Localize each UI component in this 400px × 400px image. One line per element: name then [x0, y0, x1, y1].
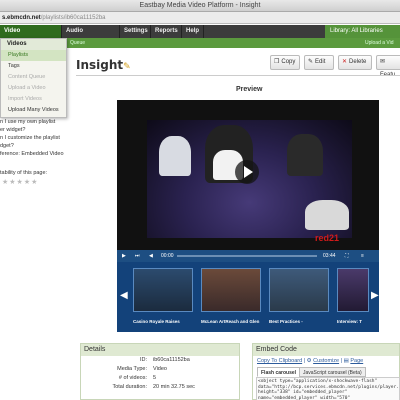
carousel-item-label[interactable]: Interview: T — [337, 319, 371, 324]
tab-help[interactable]: Help — [182, 25, 204, 38]
video-person — [305, 200, 349, 230]
carousel-prev-icon[interactable]: ◀ — [120, 290, 128, 301]
page-icon: ▤ — [343, 358, 349, 364]
details-value: 5 — [153, 375, 157, 381]
window-title: Eastbay Media Video Platform - Insight — [0, 0, 400, 12]
carousel-next-icon[interactable]: ▶ — [371, 290, 379, 301]
red21-logo: red21 — [315, 233, 339, 243]
feature-button[interactable]: ✉Featu — [376, 55, 400, 78]
embed-code-textarea[interactable]: <object type="application/x-shockwave-fl… — [256, 377, 400, 400]
url-path: /playlists/ib60ca11152ba — [40, 15, 106, 21]
embed-title: Embed Code — [253, 344, 399, 356]
details-key: Media Type: — [117, 366, 147, 372]
delete-label: Delete — [349, 59, 367, 65]
copy-label: Copy — [281, 59, 296, 65]
preview-label: Preview — [236, 86, 263, 93]
divider — [76, 75, 400, 76]
play-icon[interactable]: ▶ — [122, 250, 126, 262]
faq-line[interactable]: n I customize the playlist — [0, 134, 80, 142]
fullscreen-icon[interactable]: ⛶ — [345, 250, 349, 262]
copy-button[interactable]: ❐ Copy — [270, 55, 300, 70]
tab-javascript-carousel[interactable]: JavaScript carousel (Beta) — [299, 367, 366, 377]
carousel-thumb[interactable] — [269, 268, 329, 312]
tab-audio-management[interactable]: Audio Management — [62, 25, 120, 47]
video-person — [159, 136, 191, 176]
play-button[interactable] — [235, 160, 259, 184]
edit-button[interactable]: ✎ Edit — [304, 55, 334, 70]
copy-icon: ❐ — [274, 59, 280, 65]
next-icon[interactable]: ⏭ — [135, 250, 140, 262]
logo-num: 21 — [329, 233, 340, 243]
carousel-item-label[interactable]: McLean ArtReach and Glen — [201, 319, 265, 324]
delete-icon: ✕ — [342, 59, 348, 65]
details-key: ID: — [139, 357, 147, 363]
volume-icon[interactable]: ◀ — [149, 250, 153, 262]
page-title: Insight✎ — [76, 58, 131, 72]
details-key: # of videos: — [118, 375, 147, 381]
rating-label: tability of this page: — [0, 170, 48, 176]
menu-icon[interactable]: ≡ — [361, 250, 364, 262]
queue-link[interactable]: Queue — [70, 38, 85, 48]
dropdown-item-tags[interactable]: Tags — [1, 61, 66, 72]
page-link[interactable]: Page — [350, 358, 363, 364]
upload-video-link[interactable]: Upload a Vid — [365, 38, 394, 48]
playlist-carousel: ◀ ▶ Casino Royale Raises McLean ArtReach… — [117, 262, 379, 332]
carousel-item-label[interactable]: Best Practices - — [269, 319, 333, 324]
faq-line[interactable]: ference: Embedded Video — [0, 150, 80, 158]
details-title: Details — [81, 344, 239, 356]
dropdown-item-content-queue[interactable]: Content Queue — [1, 72, 66, 83]
rating-stars[interactable]: ★★★★★ — [2, 178, 38, 186]
details-row: Total duration: 20 min 32.75 sec — [81, 383, 239, 392]
details-value: Video — [153, 366, 167, 372]
faq-line[interactable]: n I use my own playlist — [0, 118, 80, 126]
details-panel: Details ID: ib60ca11152ba Media Type: Vide… — [80, 343, 240, 400]
delete-button[interactable]: ✕ Delete — [338, 55, 372, 70]
time-current: 00:00 — [161, 253, 174, 259]
customize-link[interactable]: Customize — [313, 358, 339, 364]
tab-flash-carousel[interactable]: Flash carousel — [257, 367, 301, 377]
library-selector[interactable]: Library: All Libraries — [325, 25, 400, 38]
embed-links: Copy To Clipboard | ⚙ Customize | ▤ Page — [257, 358, 364, 364]
details-value: ib60ca11152ba — [153, 357, 190, 363]
details-row: Media Type: Video — [81, 365, 239, 374]
page-title-text: Insight — [76, 58, 124, 72]
dropdown-item-videos[interactable]: Videos — [1, 39, 66, 50]
carousel-thumb[interactable] — [133, 268, 193, 312]
dropdown-item-upload-video[interactable]: Upload a Video — [1, 83, 66, 94]
details-value: 20 min 32.75 sec — [153, 384, 195, 390]
faq-line[interactable]: er widget? — [0, 126, 80, 134]
details-row: # of videos: 5 — [81, 374, 239, 383]
help-faq-list: n I use my own playlist er widget? n I c… — [0, 118, 80, 158]
carousel-thumb[interactable] — [337, 268, 369, 312]
player-controls: ▶ ⏭ ◀ 00:00 03:44 ⛶ ≡ — [117, 250, 379, 262]
pencil-icon[interactable]: ✎ — [123, 62, 131, 72]
pencil-icon: ✎ — [308, 59, 314, 65]
dropdown-item-playlists[interactable]: Playlists — [1, 50, 66, 61]
carousel-item-label[interactable]: Casino Royale Raises — [133, 319, 197, 324]
main-nav: Video Management Audio Management Settin… — [0, 25, 400, 47]
edit-label: Edit — [315, 59, 326, 65]
tab-video-management[interactable]: Video Management — [0, 25, 62, 47]
gear-icon: ⚙ — [306, 358, 312, 364]
time-total: 03:44 — [323, 253, 336, 259]
tab-settings[interactable]: Settings — [120, 25, 151, 38]
play-icon — [244, 166, 253, 178]
url-bar[interactable]: s.ebmcdn.net/playlists/ib60ca11152ba — [0, 12, 400, 24]
details-key: Total duration: — [112, 384, 147, 390]
feature-icon: ✉ — [380, 59, 386, 65]
details-row: ID: ib60ca11152ba — [81, 356, 239, 365]
dropdown-item-import-videos[interactable]: Import Videos — [1, 94, 66, 105]
url-host: s.ebmcdn.net — [2, 15, 41, 21]
tab-reports[interactable]: Reports — [151, 25, 182, 38]
dropdown-item-upload-many[interactable]: Upload Many Videos — [1, 105, 66, 116]
copy-to-clipboard-link[interactable]: Copy To Clipboard — [257, 358, 302, 364]
video-management-dropdown: Videos Playlists Tags Content Queue Uplo… — [0, 38, 67, 118]
carousel-thumb[interactable] — [201, 268, 261, 312]
progress-bar[interactable] — [177, 255, 317, 257]
video-player[interactable]: red21 — [117, 100, 379, 250]
logo-text: red — [315, 233, 330, 243]
faq-line[interactable]: dget? — [0, 142, 80, 150]
video-person — [287, 134, 323, 176]
embed-code-panel: Embed Code Copy To Clipboard | ⚙ Customi… — [252, 343, 400, 400]
